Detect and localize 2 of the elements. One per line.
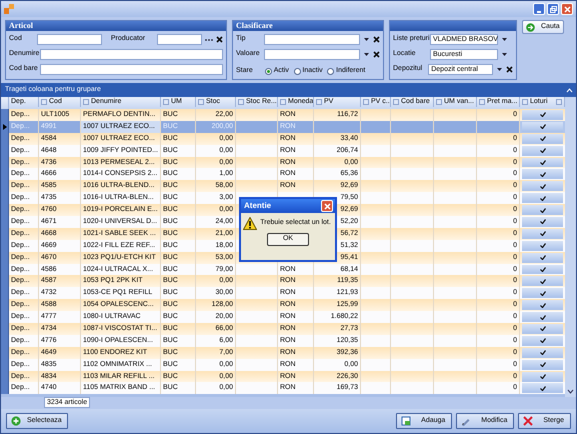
group-title: Clasificare [233, 21, 383, 31]
group-title: Articol [6, 21, 226, 31]
